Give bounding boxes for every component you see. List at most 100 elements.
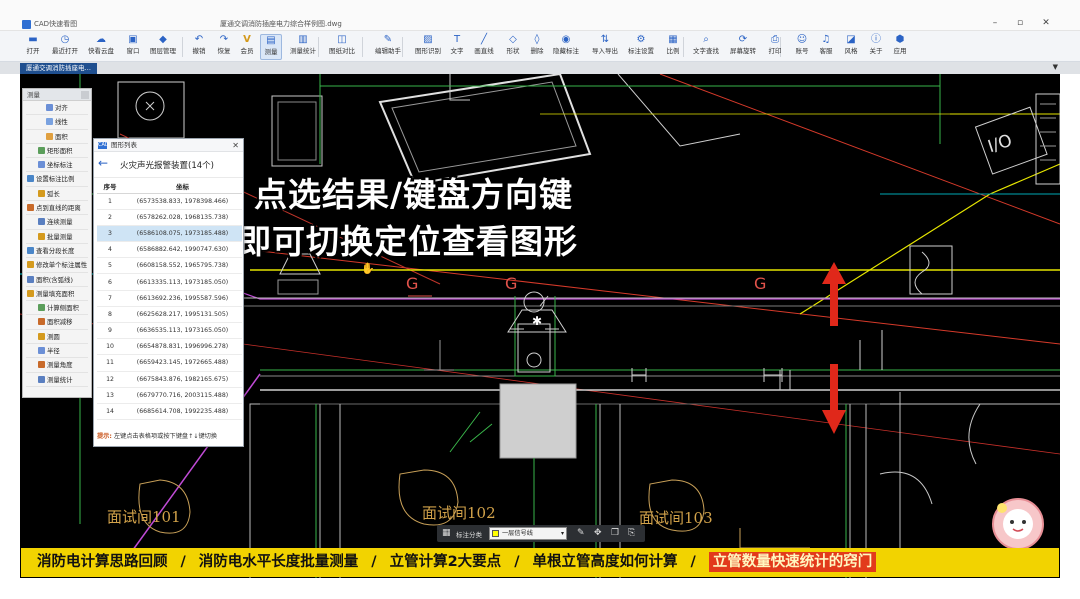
ribbon-button-26[interactable]: ◪ 风格	[842, 34, 860, 60]
ribbon-button-9[interactable]: ▥ 测量统计	[287, 34, 319, 60]
compare-icon: ◫	[337, 34, 347, 45]
ribbon-button-24[interactable]: ☺ 账号	[793, 34, 811, 60]
measure-tool-icon	[38, 375, 45, 383]
ribbon-button-16[interactable]: ◊ 删除	[527, 34, 547, 60]
measure-tool-icon	[27, 261, 34, 269]
back-arrow-button[interactable]: ←	[98, 156, 108, 170]
table-row[interactable]: 4 (6586882.642, 1990747.630)	[97, 241, 242, 259]
move-icon[interactable]: ✥	[594, 528, 602, 539]
table-row[interactable]: 5 (6608158.552, 1965795.738)	[97, 257, 242, 275]
measure-tool-item[interactable]: 弧长	[26, 187, 88, 202]
ribbon-button-21[interactable]: ⌕ 文字查找	[690, 34, 722, 60]
table-row[interactable]: 8 (6625628.217, 1995131.505)	[97, 306, 242, 324]
ribbon-button-label: 导入导出	[592, 47, 618, 55]
table-row[interactable]: 3 (6586108.075, 1973185.488)	[97, 225, 242, 243]
ribbon-button-25[interactable]: ♫ 客服	[817, 34, 835, 60]
subtitle-separator: /	[371, 554, 377, 570]
measure-tool-item[interactable]: 半径	[26, 344, 88, 359]
tab-menu-arrow-icon[interactable]: ▼	[1053, 63, 1058, 71]
measure-tool-item[interactable]: 修改单个标注属性	[26, 258, 88, 273]
measure-tool-item[interactable]: 测圆	[26, 330, 88, 345]
table-row[interactable]: 9 (6636535.113, 1973165.050)	[97, 322, 242, 340]
ribbon-button-2[interactable]: ☁ 快看云盘	[87, 34, 115, 60]
measure-tool-item[interactable]: 测量角度	[26, 358, 88, 373]
ribbon-button-22[interactable]: ⟳ 屏幕旋转	[728, 34, 758, 60]
copy-icon[interactable]: ❐	[611, 528, 619, 539]
ribbon-button-7[interactable]: V 会员	[238, 34, 256, 60]
row-number: 7	[97, 290, 123, 307]
ribbon-button-15[interactable]: ◇ 形状	[503, 34, 523, 60]
grid-icon[interactable]: ▦	[442, 528, 451, 539]
ribbon-button-11[interactable]: ✎ 编辑助手	[372, 34, 404, 60]
row-number: 14	[97, 403, 123, 421]
paste-icon[interactable]: ⎘	[628, 528, 635, 539]
ribbon-button-label: 删除	[530, 47, 544, 55]
measure-tool-item[interactable]: 连续测量	[26, 215, 88, 230]
panel-pin-icon[interactable]	[81, 91, 89, 99]
ribbon-button-13[interactable]: T 文字	[447, 34, 467, 60]
dialog-title: 图形列表	[111, 141, 137, 149]
ribbon-button-17[interactable]: ◉ 隐藏标注	[553, 34, 579, 60]
ribbon-button-10[interactable]: ◫ 图纸对比	[327, 34, 357, 60]
measure-tool-item[interactable]: 查看分段长度	[26, 244, 88, 259]
ribbon-button-label: 图形识别	[415, 47, 441, 55]
minimize-button[interactable]: –	[988, 18, 1002, 29]
ribbon-button-4[interactable]: ◆ 图层管理	[150, 34, 176, 60]
measure-tool-item[interactable]: 计算侧面积	[26, 301, 88, 316]
table-row[interactable]: 2 (6578262.028, 1968135.738)	[97, 209, 242, 226]
ribbon-button-3[interactable]: ▣ 窗口	[123, 34, 143, 60]
ribbon-button-27[interactable]: ⓘ 关于	[867, 34, 885, 60]
table-row[interactable]: 12 (6675843.876, 1982165.675)	[97, 371, 242, 388]
cad-app-icon: CAD	[98, 142, 109, 149]
ribbon-button-19[interactable]: ⚙ 标注设置	[626, 34, 656, 60]
measure-tool-item[interactable]: 矩形面积	[26, 144, 88, 159]
ribbon-button-18[interactable]: ⇅ 导入导出	[590, 34, 620, 60]
g-marker-label: G	[406, 274, 419, 293]
table-row[interactable]: 10 (6654878.831, 1996996.278)	[97, 338, 242, 356]
ribbon-button-1[interactable]: ◷ 最近打开	[50, 34, 80, 60]
measure-tool-item[interactable]: 点到直线的距离	[26, 201, 88, 216]
edit-icon[interactable]: ✎	[577, 528, 585, 539]
measure-tool-item[interactable]: 坐标标注	[26, 158, 88, 173]
ribbon-button-23[interactable]: ⎙ 打印	[764, 34, 786, 60]
window-icon: ▣	[128, 34, 138, 45]
table-row[interactable]: 1 (6573538.833, 1978398.466)	[97, 193, 242, 210]
measure-tool-item[interactable]: 设置标注比例	[26, 172, 88, 187]
g-marker-label: G	[754, 274, 767, 293]
ribbon-button-14[interactable]: ╱ 画直线	[471, 34, 497, 60]
table-row[interactable]: 11 (6659423.145, 1972665.488)	[97, 354, 242, 372]
measure-tool-item[interactable]: 批量测量	[26, 230, 88, 244]
caption-line-1: 点选结果/键盘方向键	[254, 175, 574, 214]
layer-select[interactable]: 一层信号线 ▾	[489, 527, 567, 540]
table-row[interactable]: 13 (6679770.716, 2003115.488)	[97, 387, 242, 404]
table-row[interactable]: 7 (6613692.236, 1995587.596)	[97, 290, 242, 307]
measure-tool-item[interactable]: 测量填充面积	[26, 287, 88, 302]
measure-tool-item[interactable]: 线性	[26, 115, 88, 130]
table-row[interactable]: 6 (6613335.113, 1973185.050)	[97, 273, 242, 291]
ribbon-button-8[interactable]: ▤ 测量	[260, 34, 282, 60]
measure-tool-icon	[38, 189, 45, 197]
ribbon-button-20[interactable]: ▦ 比例	[662, 34, 684, 60]
ribbon-button-0[interactable]: ▬ 打开	[23, 34, 43, 60]
close-window-button[interactable]: ✕	[1039, 18, 1053, 29]
ribbon-button-6[interactable]: ↷ 恢复	[214, 34, 234, 60]
dialog-close-button[interactable]: ✕	[232, 139, 239, 152]
style-icon: ◪	[846, 34, 856, 45]
line-icon: ╱	[480, 34, 488, 45]
scale-icon: ▦	[668, 34, 678, 45]
ribbon-button-label: 客服	[819, 47, 833, 55]
maximize-button[interactable]: ▫	[1013, 18, 1027, 29]
ribbon-button-12[interactable]: ▨ 图形识别	[412, 34, 444, 60]
measure-tool-item[interactable]: 测量统计	[26, 373, 88, 387]
ribbon-button-label: 屏幕旋转	[730, 47, 756, 55]
ribbon-button-5[interactable]: ↶ 撤销	[189, 34, 209, 60]
ribbon-button-28[interactable]: ⬢ 应用	[890, 34, 910, 60]
stats-icon: ▥	[298, 34, 308, 45]
measure-tool-item[interactable]: 面积	[26, 130, 88, 144]
document-tab[interactable]: 厦通交调消防插座电…	[20, 63, 97, 74]
measure-tool-item[interactable]: 面积(含弧线)	[26, 273, 88, 287]
measure-tool-item[interactable]: 面积减移	[26, 315, 88, 330]
table-row[interactable]: 14 (6685614.708, 1992235.488)	[97, 403, 242, 421]
row-number: 8	[97, 306, 123, 324]
measure-tool-item[interactable]: 对齐	[26, 101, 88, 116]
